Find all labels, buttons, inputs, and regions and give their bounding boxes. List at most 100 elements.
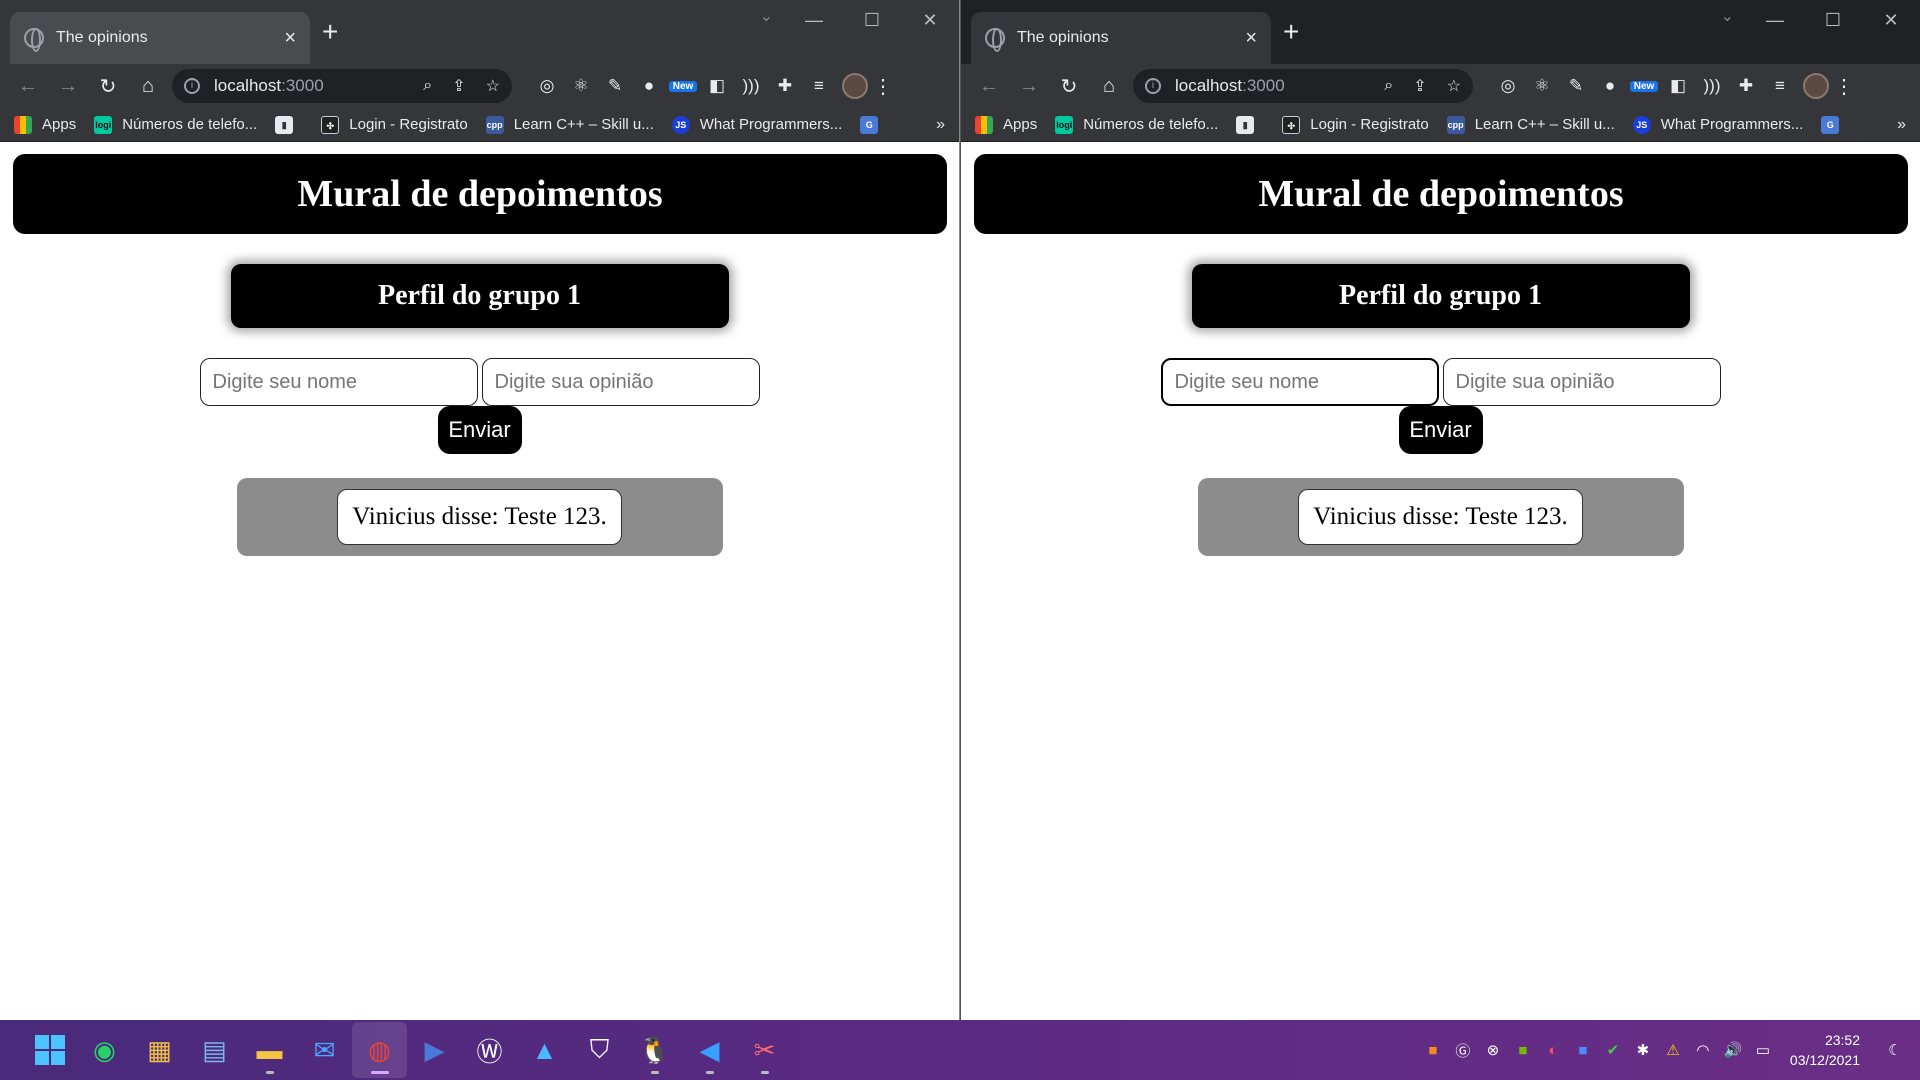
extension-target-icon[interactable]: ◎ [530, 76, 564, 96]
tab-search-icon[interactable]: ⌄ [760, 6, 773, 26]
reading-list-icon[interactable]: ≡ [1763, 76, 1797, 96]
name-input[interactable] [1160, 358, 1439, 406]
bookmark-what-programmers[interactable]: JS What Programmers... [1632, 115, 1803, 134]
site-info-icon[interactable]: i [1145, 78, 1161, 94]
minimize-button[interactable]: — [785, 0, 843, 40]
file-explorer-icon[interactable]: ▬ [242, 1022, 297, 1078]
browser-tab[interactable]: The opinions × [10, 12, 310, 64]
minimize-button[interactable]: — [1746, 0, 1804, 40]
address-bar[interactable]: i localhost:3000 ⌕ ⇪ ☆ [1133, 69, 1473, 103]
opinion-input[interactable] [1442, 358, 1721, 406]
tray-g-icon[interactable]: Ⓖ [1448, 1040, 1478, 1061]
menu-icon[interactable]: ⋮ [868, 74, 898, 99]
bookmark-numeros[interactable]: logi Números de telefo... [94, 115, 257, 134]
bookmark-star-icon[interactable]: ☆ [486, 76, 500, 96]
site-info-icon[interactable]: i [184, 78, 200, 94]
extension-new-badge[interactable]: New [1630, 80, 1658, 92]
more-bookmarks-icon[interactable]: » [1897, 116, 1906, 134]
extensions-puzzle-icon[interactable]: ✚ [768, 76, 802, 96]
tray-c-icon[interactable]: ◐ [1538, 1042, 1568, 1059]
reload-icon[interactable]: ↻ [1049, 74, 1089, 99]
close-tab-icon[interactable]: × [1245, 27, 1257, 50]
volume-icon[interactable]: 🔊 [1718, 1041, 1748, 1059]
bookmark-learn-cpp[interactable]: cpp Learn C++ – Skill u... [485, 115, 654, 134]
more-bookmarks-icon[interactable]: » [936, 116, 945, 134]
bookmark-login[interactable]: ✣ Login - Registrato [321, 115, 468, 134]
opinion-input[interactable] [481, 358, 760, 406]
browser-w-icon[interactable]: Ⓦ [462, 1022, 517, 1078]
browser-tab[interactable]: The opinions × [971, 12, 1271, 64]
zoom-icon[interactable]: ⌕ [423, 77, 432, 95]
name-input[interactable] [199, 358, 478, 406]
chrome-icon[interactable]: ◍ [352, 1022, 407, 1078]
photos-icon[interactable]: ▲ [517, 1022, 572, 1078]
extension-k-icon[interactable]: ◧ [700, 76, 734, 96]
home-icon[interactable]: ⌂ [1089, 75, 1129, 98]
mail-icon[interactable]: ✉ [297, 1022, 352, 1078]
back-icon[interactable]: ← [969, 75, 1009, 98]
bookmark-apps[interactable]: Apps [975, 115, 1037, 134]
bitwarden-icon[interactable]: ⛉ [572, 1022, 627, 1078]
send-button[interactable]: Enviar [437, 406, 522, 454]
xbox-icon[interactable]: ⊗ [1478, 1041, 1508, 1059]
address-bar[interactable]: i localhost:3000 ⌕ ⇪ ☆ [172, 69, 512, 103]
bookmark-star-icon[interactable]: ☆ [1447, 76, 1461, 96]
tab-search-icon[interactable]: ⌄ [1721, 6, 1734, 26]
bookmark-translate[interactable]: G [1821, 115, 1849, 134]
home-icon[interactable]: ⌂ [128, 75, 168, 98]
bookmark-what-programmers[interactable]: JS What Programmers... [671, 115, 842, 134]
back-icon[interactable]: ← [8, 75, 48, 98]
bookmark-numeros[interactable]: logi Números de telefo... [1055, 115, 1218, 134]
resource-monitor-icon[interactable]: ▤ [187, 1022, 242, 1078]
new-tab-button[interactable]: + [1283, 16, 1299, 48]
clock[interactable]: 23:52 03/12/2021 [1790, 1030, 1860, 1070]
profile-avatar[interactable] [842, 73, 868, 99]
whatsapp-icon[interactable]: ◉ [77, 1022, 132, 1078]
extension-react-icon[interactable]: ⚛ [564, 76, 598, 96]
vscode-icon[interactable]: ◀ [682, 1022, 737, 1078]
bookmark-translate[interactable]: G [860, 115, 888, 134]
share-icon[interactable]: ⇪ [452, 76, 465, 96]
forward-icon[interactable]: → [1009, 75, 1049, 98]
start-button[interactable] [22, 1022, 77, 1078]
send-button[interactable]: Enviar [1398, 406, 1483, 454]
extension-pen-icon[interactable]: ✎ [598, 76, 632, 96]
extension-target-icon[interactable]: ◎ [1491, 76, 1525, 96]
tray-check-icon[interactable]: ✔ [1598, 1041, 1628, 1059]
maximize-button[interactable]: ☐ [843, 0, 901, 40]
focus-assist-icon[interactable]: ☾ [1880, 1041, 1910, 1059]
extension-pen-icon[interactable]: ✎ [1559, 76, 1593, 96]
bookmark-unnamed-1[interactable]: ▮ [1236, 115, 1264, 134]
bookmark-login[interactable]: ✣ Login - Registrato [1282, 115, 1429, 134]
extension-wave-icon[interactable]: ))) [734, 76, 768, 96]
close-tab-icon[interactable]: × [284, 27, 296, 50]
menu-icon[interactable]: ⋮ [1829, 74, 1859, 99]
zoom-tray-icon[interactable]: ■ [1568, 1042, 1598, 1059]
snipping-tool-icon[interactable]: ✂ [737, 1022, 792, 1078]
powershell-icon[interactable]: ▶ [407, 1022, 462, 1078]
extension-k-icon[interactable]: ◧ [1661, 76, 1695, 96]
store-icon[interactable]: ▦ [132, 1022, 187, 1078]
extension-circle-icon[interactable]: ● [632, 76, 666, 96]
wifi-icon[interactable]: ◠ [1688, 1041, 1718, 1059]
new-tab-button[interactable]: + [322, 16, 338, 48]
security-icon[interactable]: ⚠ [1658, 1041, 1688, 1059]
reload-icon[interactable]: ↻ [88, 74, 128, 99]
maximize-button[interactable]: ☐ [1804, 0, 1862, 40]
bookmark-unnamed-1[interactable]: ▮ [275, 115, 303, 134]
profile-avatar[interactable] [1803, 73, 1829, 99]
extension-react-icon[interactable]: ⚛ [1525, 76, 1559, 96]
bookmark-learn-cpp[interactable]: cpp Learn C++ – Skill u... [1446, 115, 1615, 134]
tray-app-icon[interactable]: ■ [1418, 1042, 1448, 1059]
zoom-icon[interactable]: ⌕ [1384, 77, 1393, 95]
nvidia-icon[interactable]: ■ [1508, 1042, 1538, 1059]
forward-icon[interactable]: → [48, 75, 88, 98]
slack-icon[interactable]: ✱ [1628, 1041, 1658, 1059]
battery-icon[interactable]: ▭ [1748, 1041, 1778, 1059]
bookmark-apps[interactable]: Apps [14, 115, 76, 134]
share-icon[interactable]: ⇪ [1413, 76, 1426, 96]
linux-terminal-icon[interactable]: 🐧 [627, 1022, 682, 1078]
extension-wave-icon[interactable]: ))) [1695, 76, 1729, 96]
close-window-button[interactable]: ✕ [1862, 0, 1920, 40]
reading-list-icon[interactable]: ≡ [802, 76, 836, 96]
